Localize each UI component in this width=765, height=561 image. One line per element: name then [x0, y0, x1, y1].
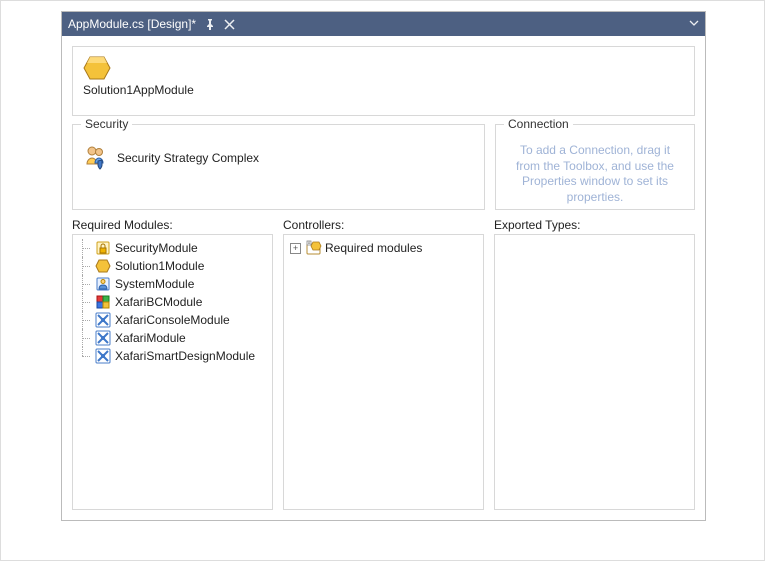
tree-connector	[77, 347, 91, 365]
tree-connector	[77, 257, 91, 275]
security-strategy-icon	[83, 145, 109, 171]
connection-group-label: Connection	[504, 117, 573, 131]
tree-item-label: XafariModule	[115, 331, 186, 345]
security-strategy-name[interactable]: Security Strategy Complex	[117, 151, 259, 165]
hex-icon	[95, 258, 111, 274]
tree-connector	[77, 293, 91, 311]
controllers-list[interactable]: + A Required modules	[283, 234, 484, 510]
security-group: Security Security Strategy Complex	[72, 124, 485, 210]
tree-item-label: SystemModule	[115, 277, 194, 291]
exported-types-list[interactable]	[494, 234, 695, 510]
sys-icon	[95, 276, 111, 292]
required-modules-column: Required Modules: SecurityModule Solution…	[72, 218, 273, 510]
module-panel[interactable]: Solution1AppModule	[72, 46, 695, 116]
controllers-column: Controllers: + A Required modules	[283, 218, 484, 510]
tree-item[interactable]: SystemModule	[77, 275, 268, 293]
exported-types-column: Exported Types:	[494, 218, 695, 510]
folder-hex-icon: A	[306, 240, 322, 256]
lists-row: Required Modules: SecurityModule Solution…	[72, 218, 695, 510]
expand-icon[interactable]: +	[290, 243, 301, 254]
tree-item[interactable]: Solution1Module	[77, 257, 268, 275]
tree-item[interactable]: XafariConsoleModule	[77, 311, 268, 329]
xafari-icon	[95, 330, 111, 346]
module-hex-icon	[83, 55, 111, 81]
dropdown-icon[interactable]	[689, 17, 699, 31]
tree-item[interactable]: SecurityModule	[77, 239, 268, 257]
connection-placeholder: To add a Connection, drag it from the To…	[506, 141, 684, 207]
blocks-icon	[95, 294, 111, 310]
tree-item[interactable]: XafariModule	[77, 329, 268, 347]
tree-item[interactable]: XafariBCModule	[77, 293, 268, 311]
controllers-root-label: Required modules	[325, 241, 422, 255]
security-group-label: Security	[81, 117, 132, 131]
tree-connector	[77, 311, 91, 329]
tree-item-label: Solution1Module	[115, 259, 204, 273]
controllers-label: Controllers:	[283, 218, 484, 232]
titlebar: AppModule.cs [Design]*	[62, 12, 705, 36]
xafari-icon	[95, 312, 111, 328]
tree-item-label: XafariSmartDesignModule	[115, 349, 255, 363]
controllers-root-item[interactable]: + A Required modules	[288, 239, 479, 257]
tree-connector	[77, 275, 91, 293]
lock-icon	[95, 240, 111, 256]
tree-item-label: SecurityModule	[115, 241, 198, 255]
tab-title[interactable]: AppModule.cs [Design]*	[68, 17, 196, 31]
close-icon[interactable]	[224, 19, 235, 30]
tree-connector	[77, 329, 91, 347]
pin-icon[interactable]	[204, 18, 216, 30]
xafari-icon	[95, 348, 111, 364]
module-name: Solution1AppModule	[83, 83, 684, 97]
tree-item-label: XafariConsoleModule	[115, 313, 230, 327]
groups-row: Security Security Strategy Complex	[72, 124, 695, 210]
connection-group[interactable]: Connection To add a Connection, drag it …	[495, 124, 695, 210]
tree-connector	[77, 239, 91, 257]
designer-content: Solution1AppModule Security Secu	[62, 36, 705, 520]
exported-types-label: Exported Types:	[494, 218, 695, 232]
tree-item[interactable]: XafariSmartDesignModule	[77, 347, 268, 365]
required-modules-list[interactable]: SecurityModule Solution1Module SystemModul…	[72, 234, 273, 510]
required-modules-label: Required Modules:	[72, 218, 273, 232]
tree-item-label: XafariBCModule	[115, 295, 202, 309]
designer-window: AppModule.cs [Design]* Solution1AppModul…	[61, 11, 706, 521]
